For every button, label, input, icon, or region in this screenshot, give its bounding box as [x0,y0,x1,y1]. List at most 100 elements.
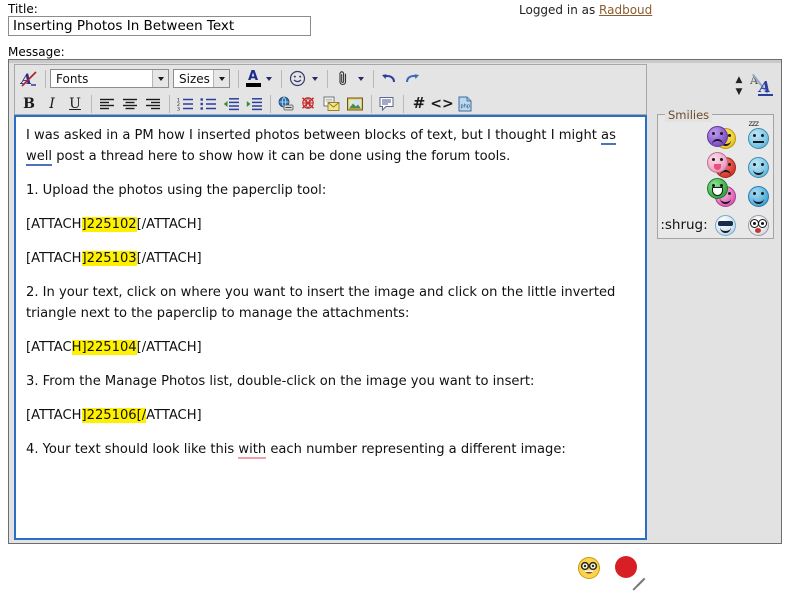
increase-size-arrow: ▲ [736,77,743,84]
highlighted-attachment-id: ]225106[/ [82,408,147,423]
chevron-down-icon[interactable] [152,70,168,87]
smiley-cool[interactable] [715,214,737,236]
text-run: each number representing a different ima… [266,442,566,457]
smilies-legend: Smilies [665,108,712,122]
increase-decrease-size-icon[interactable]: ▲ ▼ [731,72,747,100]
code-hash-button[interactable]: # [408,93,430,114]
underline-button[interactable]: U [64,93,86,114]
smiley-sleep[interactable]: zzz [748,127,770,149]
smiley-biggrin[interactable] [707,178,728,199]
smiley-chevron-down-icon[interactable] [309,68,321,89]
insert-link-icon[interactable] [275,93,297,114]
message-paragraph-attach-225104: [ATTACH]225104[/ATTACH] [26,337,634,358]
font-family-value: Fonts [51,72,152,86]
font-color-button[interactable]: A [243,68,263,89]
text-run: [ATTACH [26,217,82,232]
loading-spinner-icon [613,554,639,580]
message-body-content[interactable]: I was asked in a PM how I inserted photo… [16,117,645,538]
text-run: I was asked in a PM how I inserted photo… [26,128,601,143]
outdent-icon[interactable] [220,93,242,114]
smiley-shrug[interactable]: :shrug: [660,214,707,236]
text-run: [ATTACH [26,251,82,266]
message-paragraph-step-2: 2. In your text, click on where you want… [26,282,634,324]
svg-text:3: 3 [177,106,180,111]
panel-top-bevel [9,60,781,63]
font-size-select[interactable]: Sizes [173,69,230,88]
smiley-eek[interactable] [748,214,770,236]
decrease-size-arrow: ▼ [736,89,743,96]
message-paragraph-attach-225106: [ATTACH]225106[/ATTACH] [26,405,634,426]
redo-arrow-icon[interactable] [401,68,423,89]
bold-button[interactable]: B [18,93,40,114]
smiley-mad-icon [707,126,728,147]
font-family-select[interactable]: Fonts [50,69,169,88]
message-body-editor[interactable]: I was asked in a PM how I inserted photo… [14,115,647,540]
resize-grip-icon[interactable] [633,580,646,593]
text-run: [/ATTACH] [137,251,202,266]
editor-toolbar: A Fonts Sizes A [14,64,647,115]
smiley-face-icon[interactable] [286,68,308,89]
paperclip-icon[interactable] [332,68,354,89]
italic-button[interactable]: I [41,93,63,114]
text-run: 1. Upload the photos using the paperclip… [26,183,326,198]
toolbar-separator [169,95,170,113]
attach-chevron-down-icon[interactable] [355,68,367,89]
code-tags-button[interactable]: <> [431,93,453,114]
message-paragraph-attach-225102: [ATTACH]225102[/ATTACH] [26,214,634,235]
smiley-tongue-icon [707,152,728,173]
title-input[interactable] [8,16,311,36]
smiley-tongue[interactable] [707,152,728,173]
smiley-devil[interactable] [748,185,770,207]
message-paragraph-step-4: 4. Your text should look like this with … [26,439,634,460]
toolbar-separator [270,95,271,113]
nerd-face-emoji [577,556,601,580]
zzz-badge: zzz [749,119,759,128]
text-run: [ATTAC [26,340,72,355]
highlighted-attachment-id: ]225102 [82,217,137,232]
align-left-icon[interactable] [96,93,118,114]
php-code-icon[interactable]: php [454,93,476,114]
text-run: [ATTACH [26,408,82,423]
spelling-underline: with [238,442,266,459]
toolbar-separator [371,95,372,113]
font-color-chevron-down-icon[interactable] [263,68,275,89]
chevron-down-icon[interactable] [213,70,229,87]
text-run: 4. Your text should look like this [26,442,238,457]
remove-link-icon[interactable] [298,93,320,114]
smilies-spacer [673,185,695,207]
toolbar-separator [238,70,239,88]
smiley-wink-icon [748,157,769,178]
smiley-biggrin-icon [707,178,728,199]
text-run: 3. From the Manage Photos list, double-c… [26,374,534,389]
remove-formatting-icon[interactable]: A [18,68,40,89]
unordered-list-icon[interactable] [197,93,219,114]
smilies-spacer [673,156,695,178]
font-color-swatch [246,83,261,87]
smiley-wink[interactable] [748,156,770,178]
smilies-spacer [673,127,695,149]
insert-quote-icon[interactable] [376,93,398,114]
insert-image-icon[interactable] [344,93,366,114]
username-link[interactable]: Radboud [599,3,652,17]
text-run: [/ATTACH] [137,340,202,355]
message-paragraph-attach-225103: [ATTACH]225103[/ATTACH] [26,248,634,269]
page-header: Title: Logged in as Radboud Message: [0,0,790,45]
align-center-icon[interactable] [119,93,141,114]
highlighted-attachment-id: H]225104 [72,340,137,355]
undo-arrow-icon[interactable] [378,68,400,89]
message-paragraph-intro: I was asked in a PM how I inserted photo… [26,125,634,167]
smiley-shrug-code: :shrug: [660,217,707,233]
toggle-rich-text-icon[interactable]: A A [750,73,774,99]
indent-icon[interactable] [243,93,265,114]
toolbar-separator [373,70,374,88]
align-right-icon[interactable] [142,93,164,114]
message-paragraph-step-3: 3. From the Manage Photos list, double-c… [26,371,634,392]
toolbar-separator [281,70,282,88]
smiley-cool-icon [715,215,736,236]
toolbar-row-2: B I U [15,91,646,116]
underline-stroke [758,94,773,96]
insert-email-icon[interactable] [321,93,343,114]
ordered-list-icon[interactable]: 1 2 3 [174,93,196,114]
message-paragraph-step-1: 1. Upload the photos using the paperclip… [26,180,634,201]
smiley-mad[interactable] [707,126,728,147]
